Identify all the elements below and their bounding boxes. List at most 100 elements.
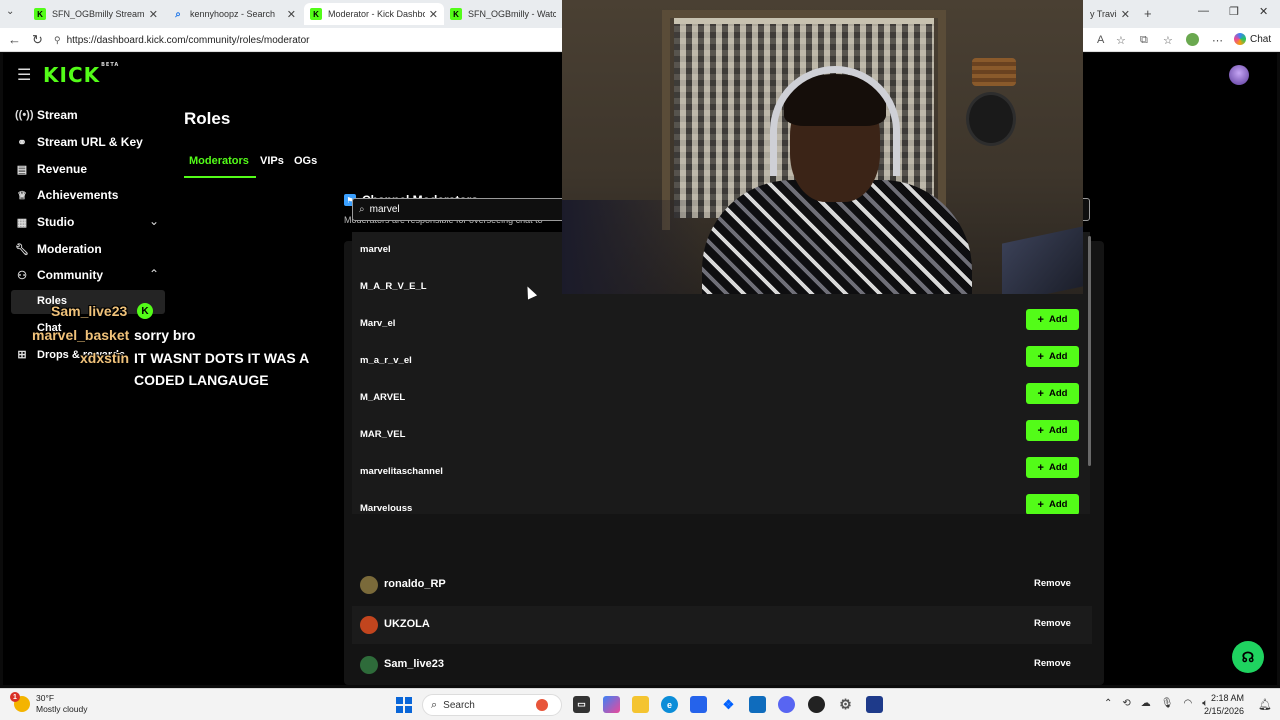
browser-tab-stream[interactable]: K SFN_OGBmilly Stream - ✕ <box>28 3 164 25</box>
add-moderator-button[interactable]: +Add <box>1026 383 1079 404</box>
app-with-notification-icon[interactable] <box>808 696 825 713</box>
store-icon[interactable] <box>690 696 707 713</box>
cloud-icon[interactable]: ☁ <box>1141 698 1151 709</box>
add-moderator-button[interactable]: +Add <box>1026 346 1079 367</box>
copilot-chat-button[interactable]: Chat <box>1234 33 1271 45</box>
site-info-icon[interactable]: ⚲ <box>54 35 61 46</box>
support-chat-button[interactable]: ☊ <box>1232 641 1264 673</box>
more-menu-icon[interactable]: ⋯ <box>1212 34 1223 47</box>
browser-tab-search[interactable]: ⌕ kennyhoopz - Search ✕ <box>166 3 302 25</box>
add-moderator-button[interactable]: +Add <box>1026 309 1079 330</box>
dropbox-icon[interactable]: ❖ <box>720 696 737 713</box>
notification-badge: 1 <box>10 692 20 702</box>
list-item[interactable]: m_a_r_v_el + Add <box>352 343 1090 380</box>
favorites-icon[interactable]: ☆ <box>1163 34 1173 47</box>
remove-moderator-button[interactable]: Remove <box>1034 658 1071 669</box>
url-field[interactable]: ⚲ https://dashboard.kick.com/community/r… <box>54 31 560 49</box>
microphone-icon[interactable]: 🎙︎ <box>1161 698 1174 709</box>
webcam-overlay <box>562 0 1083 294</box>
avatar <box>360 576 378 594</box>
restore-icon[interactable]: ❐ <box>1229 5 1239 18</box>
broadcast-icon: ((•)) <box>15 109 34 121</box>
results-scrollbar[interactable] <box>1088 236 1091 466</box>
refresh-icon[interactable]: ↻ <box>32 32 43 48</box>
user-avatar[interactable] <box>1229 65 1249 85</box>
sync-icon[interactable]: ⟲ <box>1122 698 1130 709</box>
browser-tab-moderator[interactable]: K Moderator - Kick Dashboard ✕ <box>304 3 444 25</box>
new-tab-plus-icon[interactable]: + <box>1144 6 1152 21</box>
close-tab-icon[interactable]: ✕ <box>149 8 158 21</box>
discord-icon[interactable] <box>778 696 795 713</box>
add-moderator-button[interactable]: +Add <box>1026 420 1079 441</box>
people-icon: ⚇ <box>17 269 27 282</box>
remove-moderator-button[interactable]: Remove <box>1034 618 1071 629</box>
list-item[interactable]: Marv_el + Add <box>352 306 1090 343</box>
wifi-icon[interactable]: ◠ <box>1183 698 1192 709</box>
clock-date: 2/15/2026 <box>1203 706 1244 716</box>
moderator-name[interactable]: UKZOLA <box>384 618 430 630</box>
url-text: https://dashboard.kick.com/community/rol… <box>66 34 310 46</box>
windows-start-icon[interactable] <box>396 697 412 713</box>
close-window-icon[interactable]: ✕ <box>1259 5 1268 18</box>
kick-logo[interactable]: KICKBETA <box>43 62 119 87</box>
sidebar-item-community[interactable]: ⚇ Community <box>15 268 103 282</box>
outlook-icon[interactable] <box>749 696 766 713</box>
sidebar-item-moderation[interactable]: 🔧︎ Moderation <box>15 242 102 256</box>
back-arrow-icon[interactable]: ← <box>8 32 21 47</box>
list-item[interactable]: marvelitaschannel + Add <box>352 454 1090 491</box>
close-tab-icon[interactable]: ✕ <box>429 8 438 21</box>
tab-ogs[interactable]: OGs <box>294 155 317 167</box>
weather-widget[interactable]: 1 30°F Mostly cloudy <box>10 692 88 715</box>
minimize-icon[interactable]: — <box>1198 5 1209 17</box>
tray-overflow-chevron-icon[interactable]: ⌃ <box>1104 698 1112 709</box>
tab-title: SFN_OGBmilly Stream - <box>52 9 145 19</box>
chevron-down-icon[interactable]: ⌄ <box>149 214 159 228</box>
list-item[interactable]: M_ARVEL + Add <box>352 380 1090 417</box>
sidebar-item-achievements[interactable]: ♕ Achievements <box>15 188 118 202</box>
close-tab-icon[interactable]: ✕ <box>1121 8 1130 21</box>
taskbar-search[interactable]: ⌕ Search <box>422 694 562 716</box>
file-explorer-icon[interactable] <box>632 696 649 713</box>
tab-vips[interactable]: VIPs <box>260 155 284 167</box>
overlay-chat-username: marvel_basket <box>32 327 130 343</box>
tab-title: Moderator - Kick Dashboard <box>328 9 425 19</box>
result-username: Marvelouss <box>360 503 413 514</box>
sidebar-item-revenue[interactable]: ▤ Revenue <box>15 162 87 176</box>
obs-app-icon[interactable] <box>866 696 883 713</box>
plus-icon: + <box>1037 350 1044 363</box>
notification-bell-icon[interactable]: 🔔︎ <box>1258 698 1272 711</box>
moderator-name[interactable]: ronaldo_RP <box>384 578 446 590</box>
moderator-name[interactable]: Sam_live23 <box>384 658 444 670</box>
kick-emote-icon: K <box>137 303 153 319</box>
chevron-up-icon[interactable]: ⌃ <box>149 267 159 281</box>
add-moderator-button[interactable]: +Add <box>1026 494 1079 514</box>
extensions-icon[interactable]: ⧉ <box>1140 34 1148 47</box>
browser-tab-travis[interactable]: y Travis Sc ✕ <box>1084 3 1136 25</box>
task-view-icon[interactable]: ▭ <box>573 696 590 713</box>
add-moderator-button[interactable]: +Add <box>1026 457 1079 478</box>
read-aloud-icon[interactable]: A <box>1097 34 1104 46</box>
sidebar-item-stream[interactable]: ((•)) Stream <box>15 108 78 122</box>
settings-gear-icon[interactable]: ⚙ <box>837 696 854 713</box>
overlay-chat-username: xdxstin <box>80 350 130 366</box>
hamburger-menu-icon[interactable]: ☰ <box>17 65 31 85</box>
copilot-app-icon[interactable] <box>603 696 620 713</box>
overlay-chat-message: IT WASNT DOTS IT WAS A CODED LANGAUGE <box>134 350 309 388</box>
system-clock[interactable]: 2:18 AM 2/15/2026 <box>1196 692 1244 718</box>
sidebar-item-stream-url-key[interactable]: ⚭ Stream URL & Key <box>15 135 142 149</box>
tab-actions-chevron-icon[interactable]: ⌄ <box>6 6 14 17</box>
list-item[interactable]: Marvelouss + Add <box>352 491 1090 514</box>
search-favicon-icon: ⌕ <box>175 8 181 20</box>
kick-favicon-icon: K <box>34 8 46 20</box>
remove-moderator-button[interactable]: Remove <box>1034 578 1071 589</box>
profile-avatar-icon[interactable] <box>1186 33 1199 46</box>
favorite-star-icon[interactable]: ☆ <box>1116 34 1126 47</box>
tab-moderators[interactable]: Moderators <box>189 155 249 167</box>
close-tab-icon[interactable]: ✕ <box>287 8 296 21</box>
browser-tab-clips[interactable]: K SFN_OGBmilly - Watch clips <box>444 3 562 25</box>
sidebar-item-studio[interactable]: ▦ Studio <box>15 215 75 229</box>
tab-title: kennyhoopz - Search <box>190 9 276 19</box>
list-item[interactable]: MAR_VEL + Add <box>352 417 1090 454</box>
weather-description: Mostly cloudy <box>36 704 88 714</box>
edge-browser-icon[interactable]: e <box>661 696 678 713</box>
